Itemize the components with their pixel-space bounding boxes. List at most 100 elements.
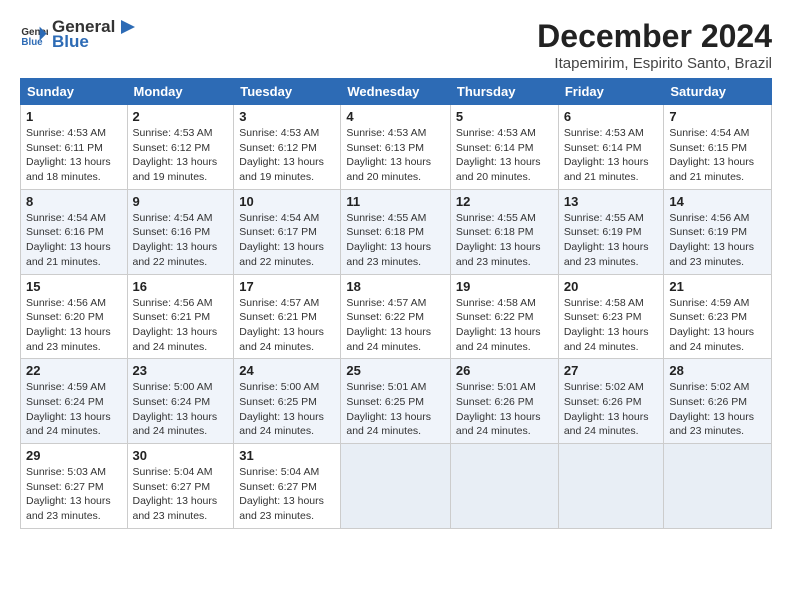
day-info: Sunrise: 5:02 AM Sunset: 6:26 PM Dayligh… [564,380,659,439]
day-info: Sunrise: 5:04 AM Sunset: 6:27 PM Dayligh… [133,465,229,524]
day-info: Sunrise: 4:54 AM Sunset: 6:15 PM Dayligh… [669,126,766,185]
day-number: 16 [133,279,229,294]
day-number: 25 [346,363,445,378]
calendar-day-cell: 2 Sunrise: 4:53 AM Sunset: 6:12 PM Daylig… [127,105,234,190]
day-info: Sunrise: 4:53 AM Sunset: 6:12 PM Dayligh… [133,126,229,185]
calendar-day-cell: 7 Sunrise: 4:54 AM Sunset: 6:15 PM Daylig… [664,105,772,190]
title-block: December 2024 Itapemirim, Espirito Santo… [537,18,772,72]
day-number: 7 [669,109,766,124]
calendar-day-cell: 9Sunrise: 4:54 AM Sunset: 6:16 PM Daylig… [127,189,234,274]
calendar-header-tuesday: Tuesday [234,79,341,105]
calendar-table: SundayMondayTuesdayWednesdayThursdayFrid… [20,78,772,529]
day-info: Sunrise: 5:03 AM Sunset: 6:27 PM Dayligh… [26,465,122,524]
day-number: 5 [456,109,553,124]
calendar-day-cell: 13Sunrise: 4:55 AM Sunset: 6:19 PM Dayli… [558,189,664,274]
calendar-header-saturday: Saturday [664,79,772,105]
day-info: Sunrise: 4:53 AM Sunset: 6:13 PM Dayligh… [346,126,445,185]
day-number: 15 [26,279,122,294]
day-number: 20 [564,279,659,294]
calendar-day-cell: 25 Sunrise: 5:01 AM Sunset: 6:25 PM Dayli… [341,359,451,444]
day-number: 22 [26,363,122,378]
calendar-empty-cell [450,444,558,529]
calendar-day-cell: 1Sunrise: 4:53 AM Sunset: 6:11 PM Daylig… [21,105,128,190]
day-info: Sunrise: 4:58 AM Sunset: 6:22 PM Dayligh… [456,296,553,355]
calendar-day-cell: 4 Sunrise: 4:53 AM Sunset: 6:13 PM Daylig… [341,105,451,190]
calendar-day-cell: 3Sunrise: 4:53 AM Sunset: 6:12 PM Daylig… [234,105,341,190]
day-info: Sunrise: 4:54 AM Sunset: 6:16 PM Dayligh… [26,211,122,270]
day-number: 3 [239,109,335,124]
day-info: Sunrise: 4:56 AM Sunset: 6:20 PM Dayligh… [26,296,122,355]
day-number: 11 [346,194,445,209]
day-info: Sunrise: 5:04 AM Sunset: 6:27 PM Dayligh… [239,465,335,524]
calendar-day-cell: 18Sunrise: 4:57 AM Sunset: 6:22 PM Dayli… [341,274,451,359]
calendar-week-row: 1Sunrise: 4:53 AM Sunset: 6:11 PM Daylig… [21,105,772,190]
day-info: Sunrise: 4:53 AM Sunset: 6:14 PM Dayligh… [456,126,553,185]
calendar-week-row: 8 Sunrise: 4:54 AM Sunset: 6:16 PM Daylig… [21,189,772,274]
calendar-day-cell: 22 Sunrise: 4:59 AM Sunset: 6:24 PM Dayli… [21,359,128,444]
day-info: Sunrise: 4:55 AM Sunset: 6:18 PM Dayligh… [456,211,553,270]
calendar-empty-cell [341,444,451,529]
day-number: 2 [133,109,229,124]
day-number: 29 [26,448,122,463]
day-info: Sunrise: 4:56 AM Sunset: 6:19 PM Dayligh… [669,211,766,270]
logo-icon: General Blue [20,21,48,49]
day-info: Sunrise: 4:59 AM Sunset: 6:23 PM Dayligh… [669,296,766,355]
day-number: 26 [456,363,553,378]
day-number: 19 [456,279,553,294]
day-number: 14 [669,194,766,209]
day-info: Sunrise: 5:01 AM Sunset: 6:26 PM Dayligh… [456,380,553,439]
calendar-day-cell: 16Sunrise: 4:56 AM Sunset: 6:21 PM Dayli… [127,274,234,359]
day-number: 8 [26,194,122,209]
svg-text:Blue: Blue [21,36,43,47]
day-info: Sunrise: 5:02 AM Sunset: 6:26 PM Dayligh… [669,380,766,439]
day-number: 23 [133,363,229,378]
calendar-empty-cell [558,444,664,529]
calendar-week-row: 22 Sunrise: 4:59 AM Sunset: 6:24 PM Dayli… [21,359,772,444]
calendar-day-cell: 12 Sunrise: 4:55 AM Sunset: 6:18 PM Dayli… [450,189,558,274]
calendar-day-cell: 20 Sunrise: 4:58 AM Sunset: 6:23 PM Dayli… [558,274,664,359]
subtitle: Itapemirim, Espirito Santo, Brazil [537,55,772,72]
calendar-header-row: SundayMondayTuesdayWednesdayThursdayFrid… [21,79,772,105]
day-info: Sunrise: 4:55 AM Sunset: 6:18 PM Dayligh… [346,211,445,270]
calendar-header-thursday: Thursday [450,79,558,105]
calendar-day-cell: 23Sunrise: 5:00 AM Sunset: 6:24 PM Dayli… [127,359,234,444]
day-info: Sunrise: 4:53 AM Sunset: 6:14 PM Dayligh… [564,126,659,185]
calendar-day-cell: 19 Sunrise: 4:58 AM Sunset: 6:22 PM Dayli… [450,274,558,359]
calendar-empty-cell [664,444,772,529]
calendar-header-friday: Friday [558,79,664,105]
day-number: 18 [346,279,445,294]
day-number: 30 [133,448,229,463]
day-info: Sunrise: 5:00 AM Sunset: 6:25 PM Dayligh… [239,380,335,439]
day-number: 13 [564,194,659,209]
day-number: 17 [239,279,335,294]
calendar-day-cell: 14 Sunrise: 4:56 AM Sunset: 6:19 PM Dayli… [664,189,772,274]
day-info: Sunrise: 4:59 AM Sunset: 6:24 PM Dayligh… [26,380,122,439]
day-info: Sunrise: 5:01 AM Sunset: 6:25 PM Dayligh… [346,380,445,439]
day-number: 4 [346,109,445,124]
day-number: 1 [26,109,122,124]
calendar-day-cell: 10Sunrise: 4:54 AM Sunset: 6:17 PM Dayli… [234,189,341,274]
day-number: 31 [239,448,335,463]
day-info: Sunrise: 4:57 AM Sunset: 6:21 PM Dayligh… [239,296,335,355]
calendar-day-cell: 24 Sunrise: 5:00 AM Sunset: 6:25 PM Dayli… [234,359,341,444]
day-number: 12 [456,194,553,209]
day-number: 24 [239,363,335,378]
calendar-day-cell: 29 Sunrise: 5:03 AM Sunset: 6:27 PM Dayli… [21,444,128,529]
calendar-header-monday: Monday [127,79,234,105]
day-number: 28 [669,363,766,378]
header: General Blue General Blue December 2024 … [20,18,772,72]
day-info: Sunrise: 4:58 AM Sunset: 6:23 PM Dayligh… [564,296,659,355]
calendar-day-cell: 8 Sunrise: 4:54 AM Sunset: 6:16 PM Daylig… [21,189,128,274]
calendar-header-wednesday: Wednesday [341,79,451,105]
main-title: December 2024 [537,18,772,55]
logo-arrow-icon [117,18,139,36]
calendar-day-cell: 30 Sunrise: 5:04 AM Sunset: 6:27 PM Dayli… [127,444,234,529]
calendar-day-cell: 21Sunrise: 4:59 AM Sunset: 6:23 PM Dayli… [664,274,772,359]
day-number: 6 [564,109,659,124]
calendar-week-row: 29 Sunrise: 5:03 AM Sunset: 6:27 PM Dayli… [21,444,772,529]
day-number: 10 [239,194,335,209]
calendar-day-cell: 11 Sunrise: 4:55 AM Sunset: 6:18 PM Dayli… [341,189,451,274]
calendar-day-cell: 31 Sunrise: 5:04 AM Sunset: 6:27 PM Dayli… [234,444,341,529]
day-number: 9 [133,194,229,209]
calendar-day-cell: 15 Sunrise: 4:56 AM Sunset: 6:20 PM Dayli… [21,274,128,359]
